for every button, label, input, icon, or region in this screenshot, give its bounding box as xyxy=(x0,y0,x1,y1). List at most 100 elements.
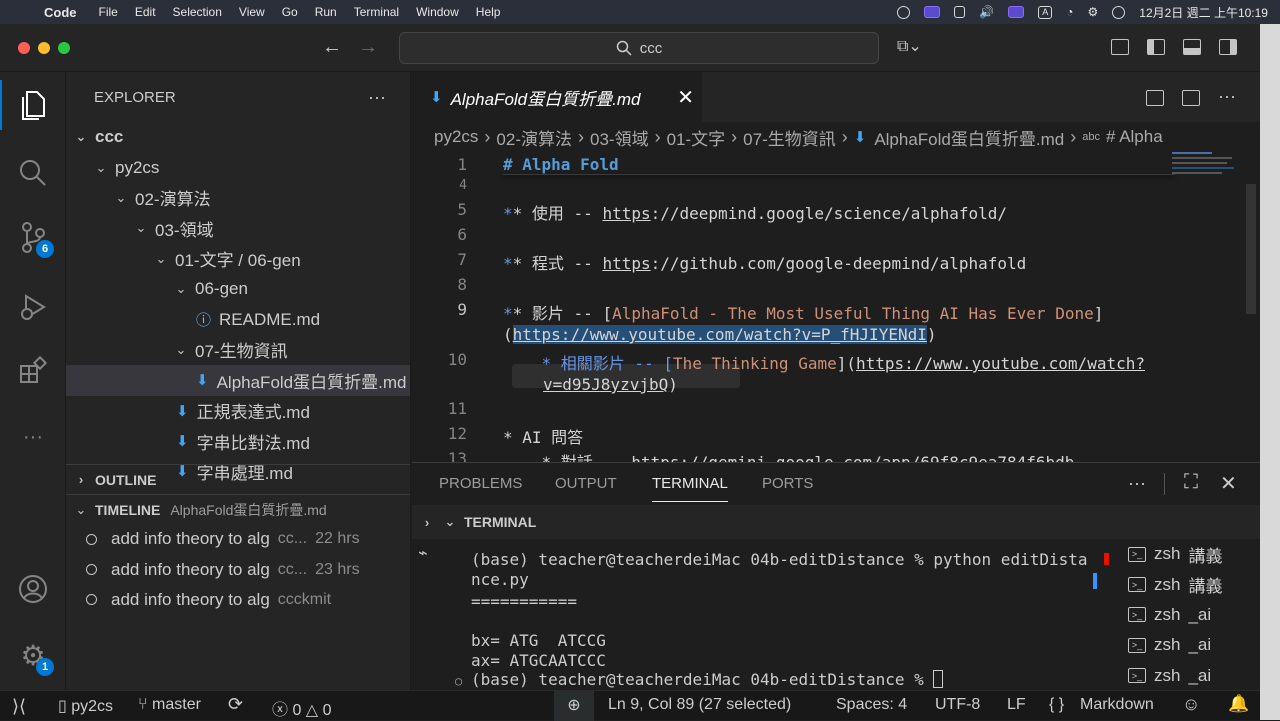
source-control-activity[interactable]: 6 xyxy=(0,212,66,262)
link[interactable]: https xyxy=(602,204,650,223)
open-preview-icon[interactable] xyxy=(1146,90,1164,106)
input-source-icon[interactable]: A xyxy=(1038,5,1053,19)
notifications-bell-icon[interactable]: 🔔 xyxy=(1228,694,1249,714)
terminal-session[interactable]: >_ zsh _ai xyxy=(1112,630,1260,660)
toggle-primary-sidebar-icon[interactable] xyxy=(1147,39,1165,55)
menu-run[interactable]: Run xyxy=(315,5,337,19)
menu-window[interactable]: Window xyxy=(416,5,459,19)
tree-folder[interactable]: ⌄ 06-gen xyxy=(66,274,410,304)
tab-ports[interactable]: PORTS xyxy=(762,475,813,492)
terminal-session[interactable]: >_ zsh 講義 xyxy=(1112,569,1260,599)
menu-edit[interactable]: Edit xyxy=(135,5,156,19)
link[interactable]: v=d95J8yzvjbQ xyxy=(543,375,668,394)
breadcrumb-item[interactable]: 07-生物資訊 xyxy=(743,125,836,150)
tree-file[interactable]: ⬇ AlphaFold蛋白質折疊.md xyxy=(66,365,410,396)
extensions-activity[interactable] xyxy=(0,346,66,396)
tab-problems[interactable]: PROBLEMS xyxy=(439,475,522,492)
tree-folder[interactable]: ⌄ py2cs xyxy=(66,152,410,182)
menubar-clock[interactable]: 12月2日 週二 上午10:19 xyxy=(1139,4,1268,21)
explorer-activity[interactable] xyxy=(0,80,66,130)
wifi-icon[interactable]: ◔ xyxy=(1066,5,1073,19)
maximize-panel-icon[interactable]: ⛶ xyxy=(1184,471,1198,494)
control-center-icon[interactable]: ⚙ xyxy=(1088,5,1099,19)
forward-arrow-icon[interactable]: → xyxy=(358,36,378,59)
battery-icon[interactable] xyxy=(954,6,966,18)
back-arrow-icon[interactable]: ← xyxy=(322,36,342,59)
copilot-icon[interactable]: ⧉⌄ xyxy=(897,36,922,56)
terminal-session[interactable]: >_ zsh _ai xyxy=(1112,661,1260,691)
minimap[interactable] xyxy=(1172,152,1242,192)
outline-section-header[interactable]: › OUTLINE xyxy=(66,464,410,494)
more-activity[interactable]: ··· xyxy=(0,412,66,462)
problems-indicator[interactable]: ⓧ 0 △ 0 xyxy=(272,696,331,720)
breadcrumb-item[interactable]: 01-文字 xyxy=(667,125,726,150)
tree-file[interactable]: ⓘ README.md xyxy=(66,304,410,334)
zoom-window-button[interactable] xyxy=(58,42,70,54)
accounts-activity[interactable] xyxy=(0,564,66,614)
breadcrumb-item[interactable]: # Alpha xyxy=(1106,127,1163,147)
end-of-line[interactable]: LF xyxy=(1007,696,1026,714)
terminal-session[interactable]: >_ zsh 講義 xyxy=(1112,539,1260,569)
breadcrumb-item[interactable]: 02-演算法 xyxy=(496,125,572,150)
toggle-secondary-sidebar-icon[interactable] xyxy=(1219,39,1237,55)
link[interactable]: ://deepmind.google/science/alphafold/ xyxy=(651,204,1007,223)
editor-tab-active[interactable]: ⬇ AlphaFold蛋白質折疊.md ✕ xyxy=(412,72,702,122)
menu-file[interactable]: File xyxy=(99,5,118,19)
timeline-item[interactable]: add info theory to alg cc... 23 hrs xyxy=(66,554,410,584)
language-braces[interactable]: { } xyxy=(1049,696,1064,714)
breadcrumb-item[interactable]: py2cs xyxy=(434,127,478,147)
editor-scrollbar[interactable] xyxy=(1246,184,1256,314)
sync-status-icon[interactable] xyxy=(897,5,911,19)
minimize-window-button[interactable] xyxy=(38,42,50,54)
tree-folder[interactable]: ⌄ 07-生物資訊 xyxy=(66,335,410,365)
tree-folder[interactable]: ⌄ 02-演算法 xyxy=(66,183,410,213)
tree-file[interactable]: ⬇ 字串比對法.md xyxy=(66,426,410,456)
terminal-session[interactable]: >_ zsh _ai xyxy=(1112,600,1260,630)
close-window-button[interactable] xyxy=(18,42,30,54)
explorer-more-icon[interactable]: ··· xyxy=(368,87,386,108)
siri-icon[interactable] xyxy=(1112,5,1126,19)
panel-more-icon[interactable]: ··· xyxy=(1128,473,1146,494)
terminal-output[interactable]: (base) teacher@teacherdeiMac 04b-editDis… xyxy=(412,539,1109,691)
timeline-item[interactable]: add info theory to alg cc... 22 hrs xyxy=(66,524,410,554)
zoom-icon[interactable]: ⊕ xyxy=(554,691,594,721)
breadcrumb-item[interactable]: AlphaFold蛋白質折疊.md xyxy=(874,125,1064,150)
run-debug-activity[interactable] xyxy=(0,282,66,332)
tree-folder[interactable]: ⌄ 01-文字 / 06-gen xyxy=(66,244,410,274)
link[interactable]: ://github.com/google-deepmind/alphafold xyxy=(651,254,1027,273)
selected-url[interactable]: https://www.youtube.com/watch?v=P_fHJIYE… xyxy=(512,325,927,344)
toggle-panel-icon[interactable] xyxy=(1183,39,1201,55)
split-editor-icon[interactable] xyxy=(1182,90,1200,106)
search-activity[interactable] xyxy=(0,148,66,198)
timeline-item[interactable]: add info theory to alg ccckmit xyxy=(66,585,410,615)
tab-terminal[interactable]: TERMINAL xyxy=(652,475,728,502)
breadcrumb-item[interactable]: 03-領域 xyxy=(590,125,649,150)
manage-activity[interactable]: ⚙ 1 xyxy=(0,630,66,680)
cursor-position[interactable]: Ln 9, Col 89 (27 selected) xyxy=(608,696,791,714)
tree-folder[interactable]: ⌄ ccc xyxy=(66,122,410,152)
language-mode[interactable]: Markdown xyxy=(1080,696,1154,714)
volume-icon[interactable]: 🔊 xyxy=(979,5,994,19)
tree-file[interactable]: ⬇ 正規表達式.md xyxy=(66,396,410,426)
close-tab-icon[interactable]: ✕ xyxy=(677,85,694,110)
encoding[interactable]: UTF-8 xyxy=(935,696,980,714)
menu-go[interactable]: Go xyxy=(282,5,298,19)
menu-terminal[interactable]: Terminal xyxy=(354,5,399,19)
folder-indicator[interactable]: ▯ py2cs xyxy=(58,696,113,716)
tab-output[interactable]: OUTPUT xyxy=(555,475,617,492)
timeline-section-header[interactable]: ⌄ TIMELINE AlphaFold蛋白質折疊.md xyxy=(66,494,410,524)
close-panel-icon[interactable]: ✕ xyxy=(1220,471,1237,496)
tree-folder[interactable]: ⌄ 03-領域 xyxy=(66,213,410,243)
editor-more-icon[interactable]: ··· xyxy=(1218,86,1236,107)
menu-view[interactable]: View xyxy=(239,5,265,19)
branch-indicator[interactable]: ⑂ master xyxy=(138,696,201,714)
menu-selection[interactable]: Selection xyxy=(173,5,222,19)
screen-mirroring-icon[interactable] xyxy=(1008,6,1025,18)
command-center-search[interactable]: ccc xyxy=(399,32,879,64)
copilot-status-icon[interactable]: ☺ xyxy=(1182,694,1200,715)
sync-icon[interactable]: ⟳ xyxy=(228,694,243,715)
menu-help[interactable]: Help xyxy=(476,5,501,19)
terminal-section-header[interactable]: › ⌄ TERMINAL xyxy=(412,505,1260,539)
remote-icon[interactable]: ⟩⟨ xyxy=(12,696,26,717)
link[interactable]: https xyxy=(602,254,650,273)
